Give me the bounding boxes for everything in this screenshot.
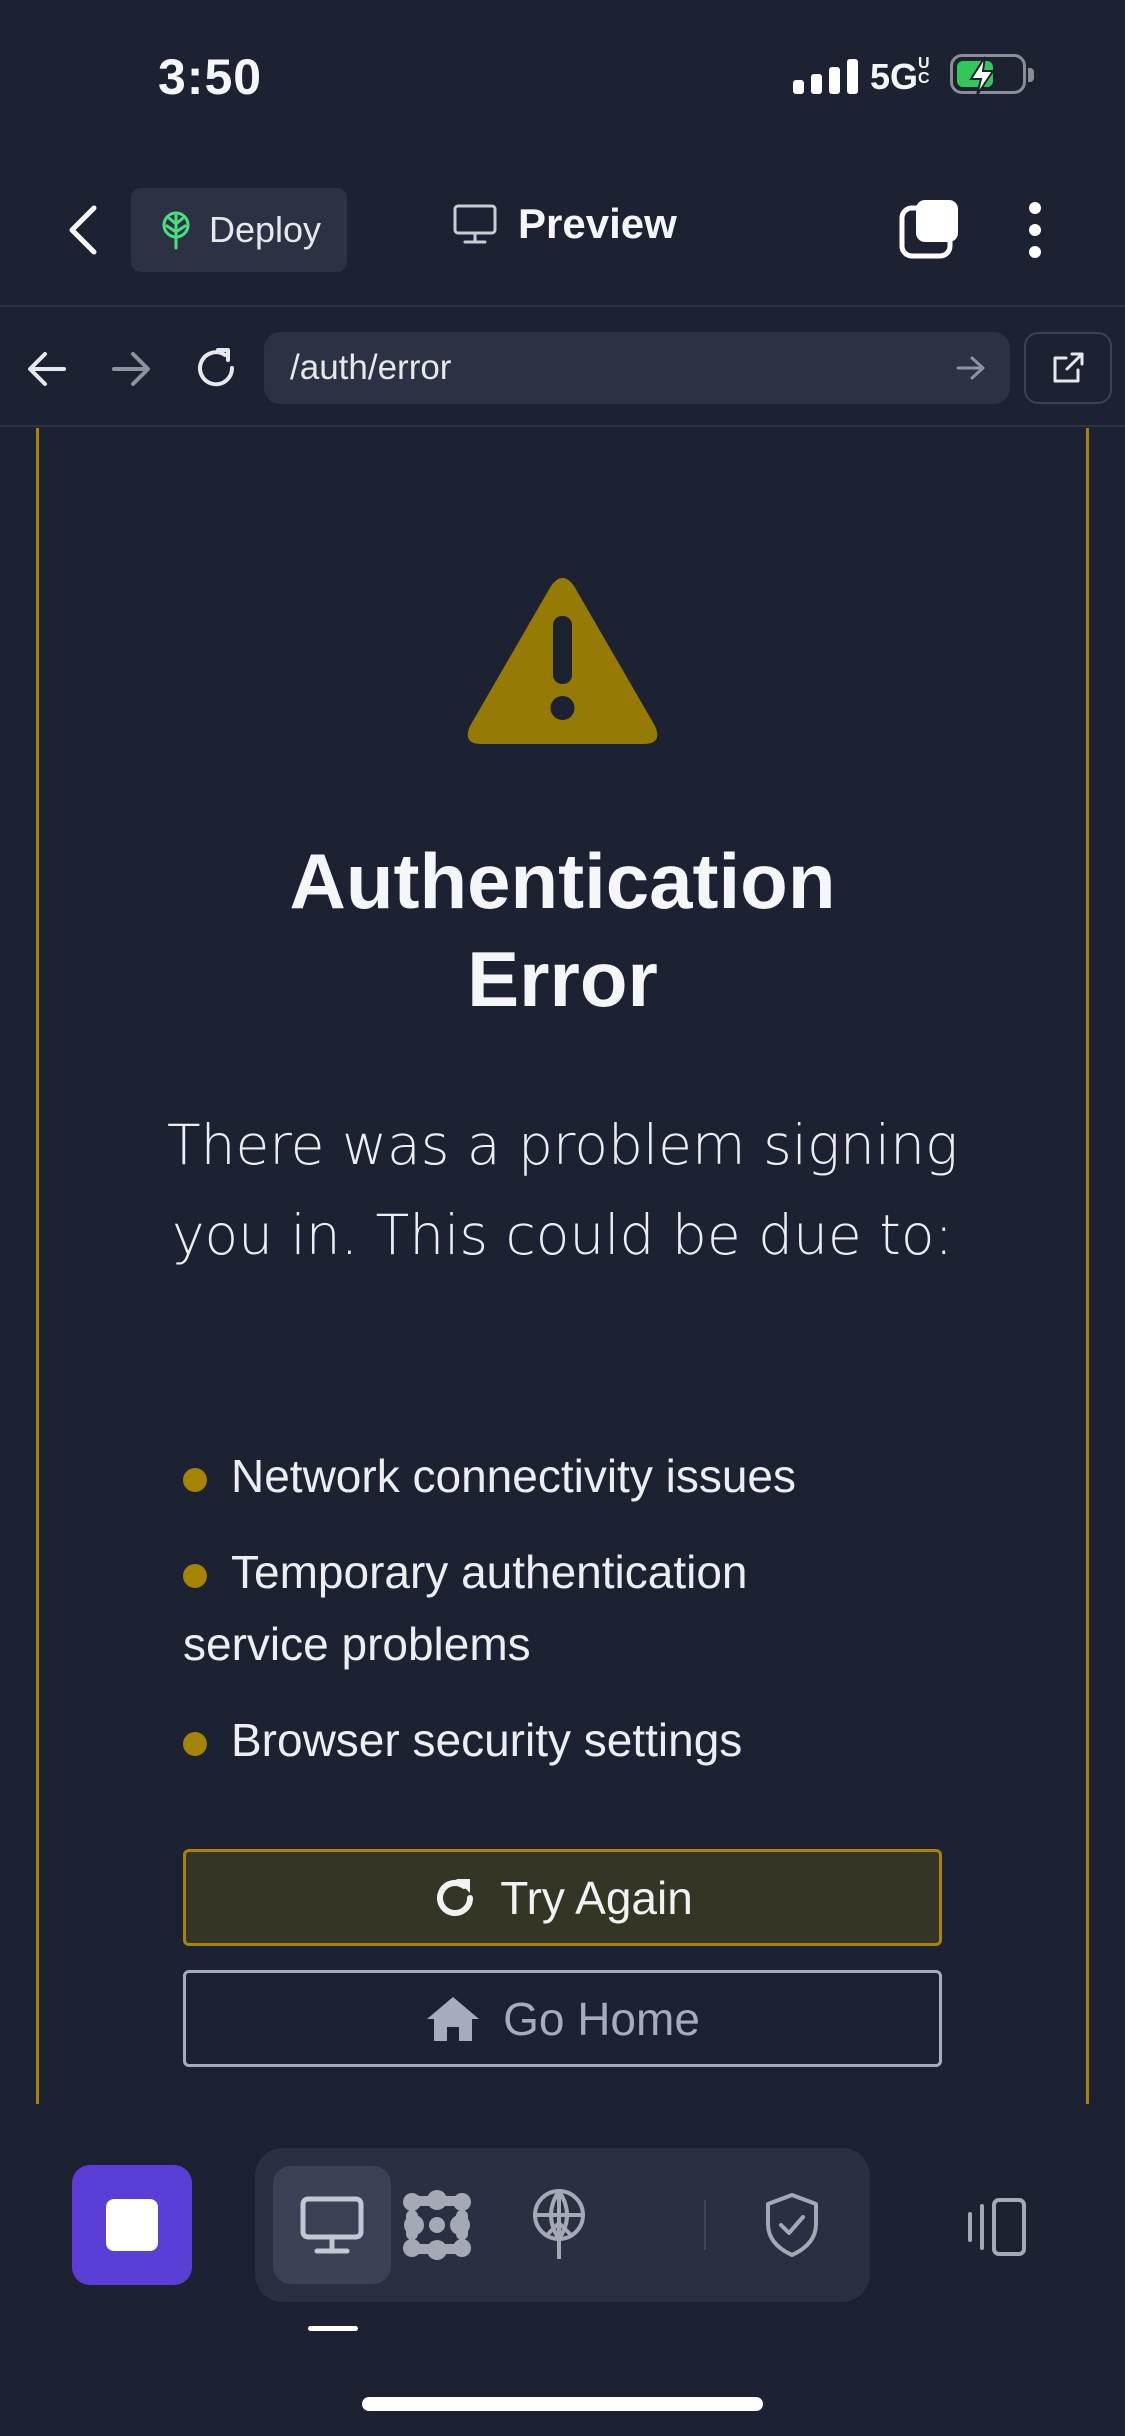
shield-check-icon bbox=[766, 2193, 818, 2257]
arrow-left-icon bbox=[28, 352, 66, 386]
tabs-button[interactable] bbox=[898, 198, 960, 265]
home-icon bbox=[427, 1996, 480, 2041]
preview-tab[interactable]: Preview bbox=[452, 200, 677, 248]
browser-divider bbox=[0, 425, 1125, 427]
toolbar-separator bbox=[704, 2200, 706, 2250]
battery-charging-icon bbox=[950, 54, 1034, 96]
more-vertical-icon bbox=[1029, 202, 1041, 258]
dots-grid-icon bbox=[403, 2190, 471, 2260]
try-again-button[interactable]: Try Again bbox=[183, 1849, 942, 1946]
browser-back-button[interactable] bbox=[26, 350, 68, 393]
device-toggle-button[interactable] bbox=[958, 2196, 1028, 2263]
url-bar[interactable]: /auth/error bbox=[264, 332, 1010, 404]
deploy-tree-icon bbox=[162, 211, 190, 250]
device-toggle-icon bbox=[968, 2198, 1026, 2256]
external-link-icon bbox=[1053, 352, 1084, 383]
deploy-tool-button[interactable] bbox=[500, 2166, 618, 2284]
arrow-right-icon bbox=[112, 352, 150, 386]
stop-icon bbox=[106, 2199, 158, 2251]
preview-label: Preview bbox=[518, 200, 677, 247]
page-title: Authentication Error bbox=[289, 837, 836, 1023]
list-item: Temporary authentication service problem… bbox=[183, 1546, 748, 1670]
open-external-button[interactable] bbox=[1024, 332, 1112, 404]
try-again-label: Try Again bbox=[500, 1871, 693, 1924]
monitor-icon bbox=[453, 204, 497, 244]
reload-button[interactable] bbox=[192, 344, 240, 397]
warning-triangle-icon bbox=[465, 576, 660, 751]
go-arrow-icon[interactable] bbox=[956, 355, 986, 381]
deploy-globe-icon bbox=[533, 2189, 585, 2259]
signal-icon bbox=[793, 58, 858, 94]
nav-divider bbox=[0, 305, 1125, 307]
cause-list: Network connectivity issues Temporary au… bbox=[183, 1440, 843, 1800]
bullet-dot bbox=[183, 1731, 207, 1756]
stop-button[interactable] bbox=[72, 2165, 192, 2285]
url-text: /auth/error bbox=[290, 348, 452, 387]
status-time: 3:50 bbox=[158, 49, 263, 105]
security-tool-button[interactable] bbox=[733, 2166, 851, 2284]
bullet-dot bbox=[183, 1467, 207, 1492]
go-home-button[interactable]: Go Home bbox=[183, 1970, 942, 2067]
deploy-button[interactable]: Deploy bbox=[131, 188, 347, 272]
list-item: Browser security settings bbox=[183, 1704, 843, 1776]
deploy-label: Deploy bbox=[209, 209, 322, 250]
network-type: 5GUC bbox=[870, 55, 930, 98]
home-indicator bbox=[362, 2397, 763, 2411]
go-home-label: Go Home bbox=[503, 1992, 700, 2045]
list-item: Network connectivity issues bbox=[183, 1440, 843, 1512]
browser-forward-button[interactable] bbox=[110, 350, 152, 393]
bottom-toolbar bbox=[255, 2148, 870, 2302]
active-tab-indicator bbox=[308, 2326, 358, 2331]
tabs-icon bbox=[899, 200, 958, 259]
services-tool-button[interactable] bbox=[378, 2166, 496, 2284]
back-button[interactable] bbox=[62, 204, 106, 261]
monitor-icon bbox=[300, 2196, 364, 2254]
chevron-left-icon bbox=[69, 205, 97, 255]
reload-icon bbox=[198, 348, 235, 387]
preview-tool-button[interactable] bbox=[273, 2166, 391, 2284]
refresh-icon bbox=[437, 1878, 474, 1916]
bullet-dot bbox=[183, 1563, 207, 1588]
error-description: There was a problem signing you in. This… bbox=[166, 1113, 959, 1267]
more-menu-button[interactable] bbox=[1024, 200, 1046, 265]
